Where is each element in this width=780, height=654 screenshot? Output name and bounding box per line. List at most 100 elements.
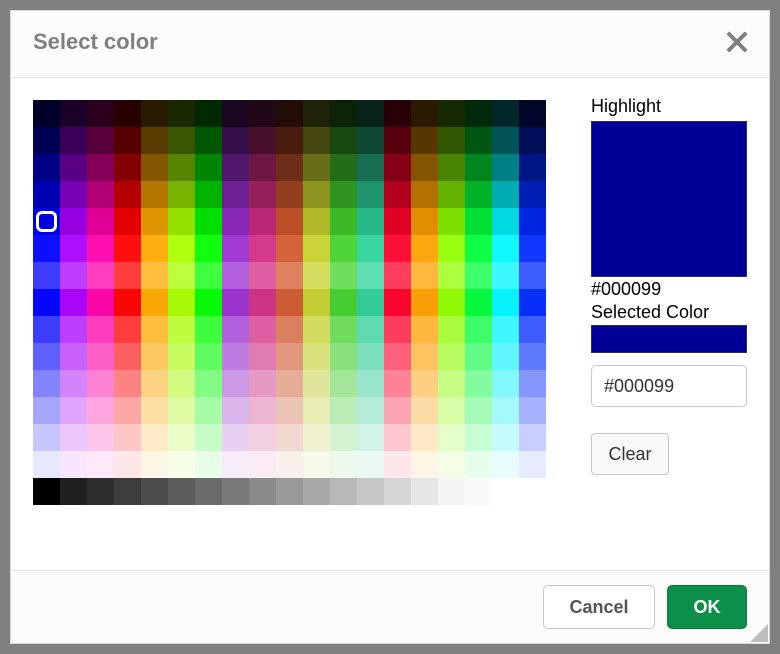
palette-cell[interactable] xyxy=(276,478,303,505)
palette-cell[interactable] xyxy=(114,316,141,343)
palette-cell[interactable] xyxy=(303,316,330,343)
palette-cell[interactable] xyxy=(60,316,87,343)
palette-cell[interactable] xyxy=(438,262,465,289)
palette-cell[interactable] xyxy=(87,235,114,262)
palette-cell[interactable] xyxy=(33,181,60,208)
palette-cell[interactable] xyxy=(384,424,411,451)
palette-cell[interactable] xyxy=(384,208,411,235)
palette-cell[interactable] xyxy=(114,154,141,181)
palette-cell[interactable] xyxy=(519,478,546,505)
palette-cell[interactable] xyxy=(33,424,60,451)
palette-cell[interactable] xyxy=(222,235,249,262)
palette-cell[interactable] xyxy=(249,262,276,289)
palette-cell[interactable] xyxy=(492,289,519,316)
palette-cell[interactable] xyxy=(465,127,492,154)
palette-cell[interactable] xyxy=(465,451,492,478)
palette-cell[interactable] xyxy=(357,235,384,262)
palette-cell[interactable] xyxy=(492,397,519,424)
palette-cell[interactable] xyxy=(33,343,60,370)
palette-cell[interactable] xyxy=(411,478,438,505)
palette-cell[interactable] xyxy=(519,262,546,289)
palette-cell[interactable] xyxy=(276,424,303,451)
palette-cell[interactable] xyxy=(114,370,141,397)
palette-cell[interactable] xyxy=(303,289,330,316)
palette-cell[interactable] xyxy=(519,154,546,181)
palette-cell[interactable] xyxy=(114,397,141,424)
palette-cell[interactable] xyxy=(357,208,384,235)
palette-cell[interactable] xyxy=(249,208,276,235)
palette-cell[interactable] xyxy=(195,451,222,478)
palette-cell[interactable] xyxy=(492,235,519,262)
palette-cell[interactable] xyxy=(303,262,330,289)
palette-cell[interactable] xyxy=(384,181,411,208)
palette-cell[interactable] xyxy=(438,100,465,127)
palette-cell[interactable] xyxy=(465,181,492,208)
palette-cell[interactable] xyxy=(411,370,438,397)
palette-cell[interactable] xyxy=(357,289,384,316)
palette-cell[interactable] xyxy=(33,127,60,154)
palette-cell[interactable] xyxy=(87,343,114,370)
palette-cell[interactable] xyxy=(384,478,411,505)
palette-cell[interactable] xyxy=(411,154,438,181)
palette-cell[interactable] xyxy=(519,343,546,370)
palette-cell[interactable] xyxy=(438,181,465,208)
hex-input[interactable] xyxy=(591,365,747,407)
palette-cell[interactable] xyxy=(249,235,276,262)
palette-cell[interactable] xyxy=(60,397,87,424)
palette-cell[interactable] xyxy=(114,478,141,505)
palette-cell[interactable] xyxy=(357,451,384,478)
palette-cell[interactable] xyxy=(114,451,141,478)
palette-cell[interactable] xyxy=(141,154,168,181)
palette-cell[interactable] xyxy=(465,397,492,424)
palette-cell[interactable] xyxy=(519,397,546,424)
palette-cell[interactable] xyxy=(249,370,276,397)
palette-cell[interactable] xyxy=(195,262,222,289)
palette-cell[interactable] xyxy=(87,181,114,208)
palette-cell[interactable] xyxy=(141,424,168,451)
palette-cell[interactable] xyxy=(141,397,168,424)
palette-cell[interactable] xyxy=(438,289,465,316)
palette-cell[interactable] xyxy=(384,289,411,316)
palette-cell[interactable] xyxy=(330,154,357,181)
palette-cell[interactable] xyxy=(114,262,141,289)
palette-cell[interactable] xyxy=(303,154,330,181)
palette-cell[interactable] xyxy=(60,208,87,235)
palette-cell[interactable] xyxy=(438,343,465,370)
palette-cell[interactable] xyxy=(276,397,303,424)
palette-cell[interactable] xyxy=(168,181,195,208)
palette-cell[interactable] xyxy=(222,424,249,451)
resize-handle[interactable] xyxy=(750,624,768,642)
palette-cell[interactable] xyxy=(60,181,87,208)
palette-cell[interactable] xyxy=(87,262,114,289)
palette-cell[interactable] xyxy=(330,208,357,235)
palette-cell[interactable] xyxy=(411,289,438,316)
palette-cell[interactable] xyxy=(168,154,195,181)
palette-cell[interactable] xyxy=(249,154,276,181)
palette-cell[interactable] xyxy=(519,424,546,451)
palette-cell[interactable] xyxy=(249,181,276,208)
palette-cell[interactable] xyxy=(141,181,168,208)
palette-cell[interactable] xyxy=(60,289,87,316)
palette-cell[interactable] xyxy=(87,208,114,235)
palette-cell[interactable] xyxy=(492,100,519,127)
palette-cell[interactable] xyxy=(33,451,60,478)
palette-cell[interactable] xyxy=(384,100,411,127)
palette-cell[interactable] xyxy=(438,127,465,154)
palette-cell[interactable] xyxy=(141,262,168,289)
palette-cell[interactable] xyxy=(276,289,303,316)
palette-cell[interactable] xyxy=(195,316,222,343)
palette-cell[interactable] xyxy=(465,289,492,316)
palette-cell[interactable] xyxy=(465,424,492,451)
color-palette[interactable] xyxy=(33,100,546,505)
palette-cell[interactable] xyxy=(303,451,330,478)
palette-cell[interactable] xyxy=(357,343,384,370)
palette-cell[interactable] xyxy=(249,424,276,451)
palette-cell[interactable] xyxy=(411,181,438,208)
palette-cell[interactable] xyxy=(222,100,249,127)
palette-cell[interactable] xyxy=(465,343,492,370)
palette-cell[interactable] xyxy=(168,127,195,154)
palette-cell[interactable] xyxy=(60,343,87,370)
palette-cell[interactable] xyxy=(87,289,114,316)
palette-cell[interactable] xyxy=(465,100,492,127)
clear-button[interactable]: Clear xyxy=(591,433,669,475)
